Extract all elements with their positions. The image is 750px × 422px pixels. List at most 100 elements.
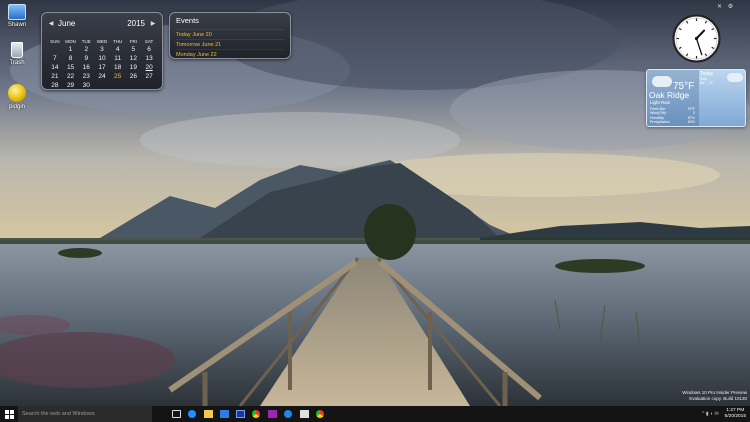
calendar-year: 2015: [127, 18, 145, 28]
app-icon: [235, 410, 245, 418]
calendar-day[interactable]: 27: [141, 72, 157, 81]
calendar-day[interactable]: 15: [63, 63, 79, 72]
store-icon: [219, 410, 229, 418]
calendar-grid: SUN MON TUE WED THU FRI SAT 1 2 3 4 5 6 7 8 9 10 11 12 13 1…: [47, 38, 157, 90]
event-item[interactable]: Monday June 22: [176, 49, 284, 59]
taskbar-app-media-player[interactable]: [280, 406, 296, 422]
taskbar-date: 6/20/2015: [724, 414, 746, 419]
taskbar-app-chrome[interactable]: [312, 406, 328, 422]
desktop-icon-label: Trash: [9, 60, 25, 66]
calendar-day[interactable]: 7: [47, 54, 63, 63]
calendar-empty-cell: [141, 81, 157, 90]
calendar-day[interactable]: 9: [78, 54, 94, 63]
chevron-left-icon[interactable]: ◀: [47, 20, 55, 27]
taskbar-app[interactable]: [296, 406, 312, 422]
weekday-header: WED: [96, 39, 108, 44]
pidgin-icon: [8, 84, 26, 102]
calendar-day[interactable]: 8: [63, 54, 79, 63]
taskbar-app-file-explorer[interactable]: [200, 406, 216, 422]
task-view-button[interactable]: [168, 406, 184, 422]
taskbar-app[interactable]: [264, 406, 280, 422]
taskbar-clock[interactable]: 1:27 PM 6/20/2015: [725, 408, 746, 420]
weather-city: Oak Ridge: [649, 90, 690, 100]
recycle-bin-icon: [11, 42, 23, 58]
calendar-empty-cell: [47, 45, 63, 54]
calendar-day[interactable]: 2: [78, 45, 94, 54]
folder-icon: [203, 410, 213, 418]
calendar-day[interactable]: 6: [141, 45, 157, 54]
calendar-day[interactable]: 21: [47, 72, 63, 81]
calendar-day[interactable]: 13: [141, 54, 157, 63]
tray-icons[interactable]: ^ ▮ ◖ ✉: [702, 411, 718, 417]
media-player-icon: [284, 410, 292, 418]
calendar-empty-cell: [110, 81, 126, 90]
calendar-day[interactable]: 18: [110, 63, 126, 72]
events-gadget[interactable]: Events Today June 20 Tomorrow June 21 Mo…: [169, 12, 291, 59]
calendar-header: ◀ June 2015 ▶: [47, 16, 157, 30]
calendar-day[interactable]: 12: [126, 54, 142, 63]
weekday-header: SUN: [50, 39, 60, 44]
user-folder-icon: [8, 4, 26, 20]
calendar-gadget[interactable]: ◀ June 2015 ▶ SUN MON TUE WED THU FRI SAT 1234…: [41, 12, 163, 90]
task-view-icon: [171, 410, 181, 418]
taskbar-app-edge[interactable]: [184, 406, 200, 422]
event-item[interactable]: Tomorrow June 21: [176, 39, 284, 49]
event-item[interactable]: Today June 20: [176, 29, 284, 39]
clock-face: [672, 14, 721, 63]
calendar-day[interactable]: 19: [126, 63, 142, 72]
detail-value: 60%: [687, 119, 695, 124]
calendar-day[interactable]: 4: [110, 45, 126, 54]
weather-details: Feels like 75°F Wind(SW) 0 Humidity 87% Pre…: [650, 107, 695, 124]
calendar-day[interactable]: 24: [94, 72, 110, 81]
calendar-empty-cell: [126, 81, 142, 90]
chrome-icon: [252, 410, 260, 418]
weather-gadget[interactable]: 75°F Oak Ridge Light Rain Feels like 75°F…: [646, 69, 746, 127]
taskbar-app-store[interactable]: [216, 406, 232, 422]
calendar-day[interactable]: 5: [126, 45, 142, 54]
desktop-icon-label: Shawn: [7, 22, 27, 28]
calendar-day[interactable]: 16: [78, 63, 94, 72]
windows-watermark: Windows 10 Pro Insider Preview Evaluatio…: [682, 390, 747, 402]
weekday-header: TUE: [81, 39, 91, 44]
calendar-day[interactable]: 22: [63, 72, 79, 81]
calendar-day[interactable]: 14: [47, 63, 63, 72]
calendar-day[interactable]: 17: [94, 63, 110, 72]
app-icon: [299, 410, 309, 418]
settings-icon[interactable]: ⚙: [728, 4, 733, 10]
analog-clock-gadget[interactable]: [672, 14, 721, 63]
start-button[interactable]: [0, 406, 18, 422]
weather-current: 75°F Oak Ridge Light Rain Feels like 75°F…: [647, 70, 699, 126]
calendar-day[interactable]: 23: [78, 72, 94, 81]
calendar-day[interactable]: 3: [94, 45, 110, 54]
rain-cloud-icon: [652, 76, 672, 87]
calendar-day[interactable]: 1: [63, 45, 79, 54]
search-box[interactable]: Search the web and Windows: [18, 406, 152, 422]
calendar-day[interactable]: 29: [63, 81, 79, 90]
calendar-day[interactable]: 10: [94, 54, 110, 63]
weekday-header: SAT: [144, 39, 154, 44]
desktop-icon-recycle-bin[interactable]: Trash: [2, 42, 32, 66]
desktop-icon-pidgin[interactable]: pidgin: [2, 84, 32, 110]
desktop-icon-user-folder[interactable]: Shawn: [2, 4, 32, 28]
desktop-icon-label: pidgin: [8, 104, 25, 110]
calendar-day[interactable]: 28: [47, 81, 63, 90]
calendar-day[interactable]: 25: [110, 72, 126, 81]
chrome-icon: [316, 410, 324, 418]
weekday-header: FRI: [129, 39, 137, 44]
windows-logo-icon: [4, 409, 14, 419]
chevron-right-icon[interactable]: ▶: [149, 20, 157, 27]
taskbar-app-chrome[interactable]: [248, 406, 264, 422]
calendar-day[interactable]: 30: [78, 81, 94, 90]
calendar-month: June: [58, 18, 76, 28]
weekday-header: THU: [113, 39, 123, 44]
taskbar-app[interactable]: [232, 406, 248, 422]
clock-controls: ✕ ⚙: [713, 3, 733, 10]
weather-condition: Light Rain: [650, 100, 671, 105]
weekday-header: MON: [65, 39, 76, 44]
calendar-day[interactable]: 11: [110, 54, 126, 63]
rain-cloud-icon: [727, 73, 743, 82]
close-icon[interactable]: ✕: [717, 4, 722, 10]
calendar-day[interactable]: 20: [141, 63, 157, 72]
calendar-day[interactable]: 26: [126, 72, 142, 81]
weather-forecast: Today Rain 84° - 71°: [700, 71, 745, 85]
